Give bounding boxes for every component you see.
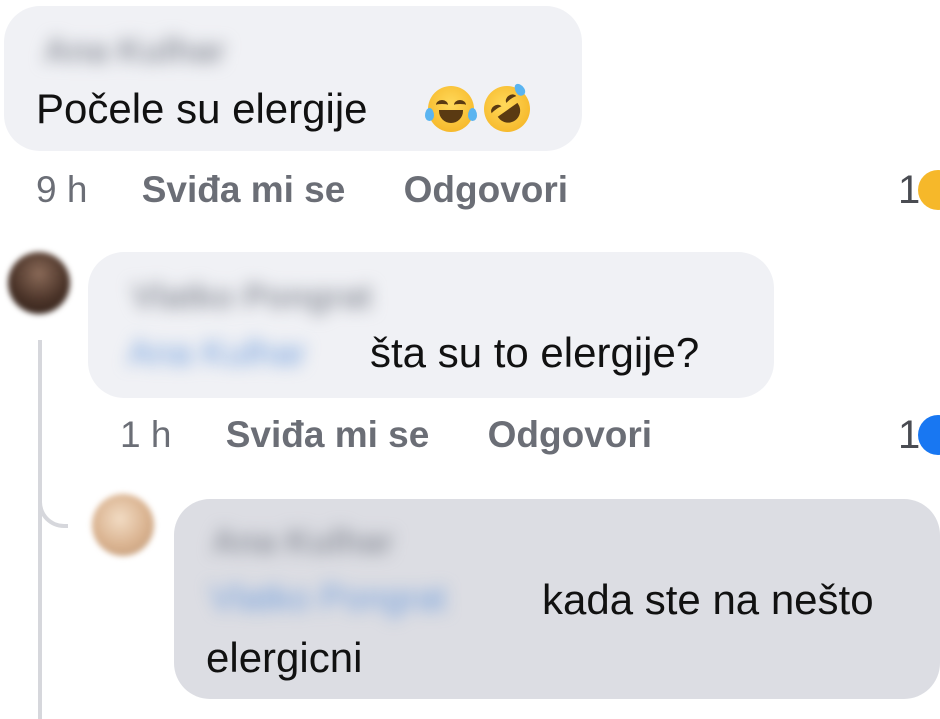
haha-reaction-icon <box>918 170 940 210</box>
comment-thread: Ana Kulhar Počele su elergije 9 h Sviđa … <box>0 0 940 719</box>
like-reaction-icon <box>918 415 940 455</box>
comment-author-name[interactable]: Ana Kulhar <box>212 523 393 562</box>
avatar[interactable] <box>8 252 70 314</box>
thread-branch <box>38 480 68 528</box>
face-with-tears-of-joy-icon <box>425 86 477 132</box>
comment-meta-2: 1 h Sviđa mi se Odgovori <box>120 413 652 457</box>
comment-bubble-2[interactable]: Vlatko Pongrat Ana Kulhar šta su to eler… <box>88 252 774 398</box>
reaction-count[interactable]: 1 <box>898 168 920 212</box>
thread-line <box>38 340 42 719</box>
like-button[interactable]: Sviđa mi se <box>142 169 346 210</box>
reply-button[interactable]: Odgovori <box>488 414 652 455</box>
rolling-on-floor-laughing-icon <box>474 76 540 142</box>
mention-link[interactable]: Vlatko Pongrat <box>210 577 446 619</box>
like-button[interactable]: Sviđa mi se <box>226 414 430 455</box>
comment-author-name[interactable]: Ana Kulhar <box>44 32 225 71</box>
reaction-count[interactable]: 1 <box>898 413 920 457</box>
mention-link[interactable]: Ana Kulhar <box>128 332 306 374</box>
comment-timestamp: 1 h <box>120 414 172 455</box>
comment-meta-1: 9 h Sviđa mi se Odgovori <box>36 168 568 212</box>
comment-bubble-3[interactable]: Ana Kulhar Vlatko Pongrat kada ste na ne… <box>174 499 940 699</box>
comment-text-line-2: elergicni <box>206 634 363 681</box>
comment-text-line-1: kada ste na nešto <box>542 576 874 623</box>
avatar[interactable] <box>92 494 154 556</box>
comment-text: šta su to elergije? <box>370 329 700 376</box>
reply-button[interactable]: Odgovori <box>404 169 568 210</box>
comment-bubble-1[interactable]: Ana Kulhar Počele su elergije <box>4 6 582 151</box>
comment-text: Počele su elergije <box>36 85 368 132</box>
comment-author-name[interactable]: Vlatko Pongrat <box>132 278 372 317</box>
comment-timestamp: 9 h <box>36 169 88 210</box>
